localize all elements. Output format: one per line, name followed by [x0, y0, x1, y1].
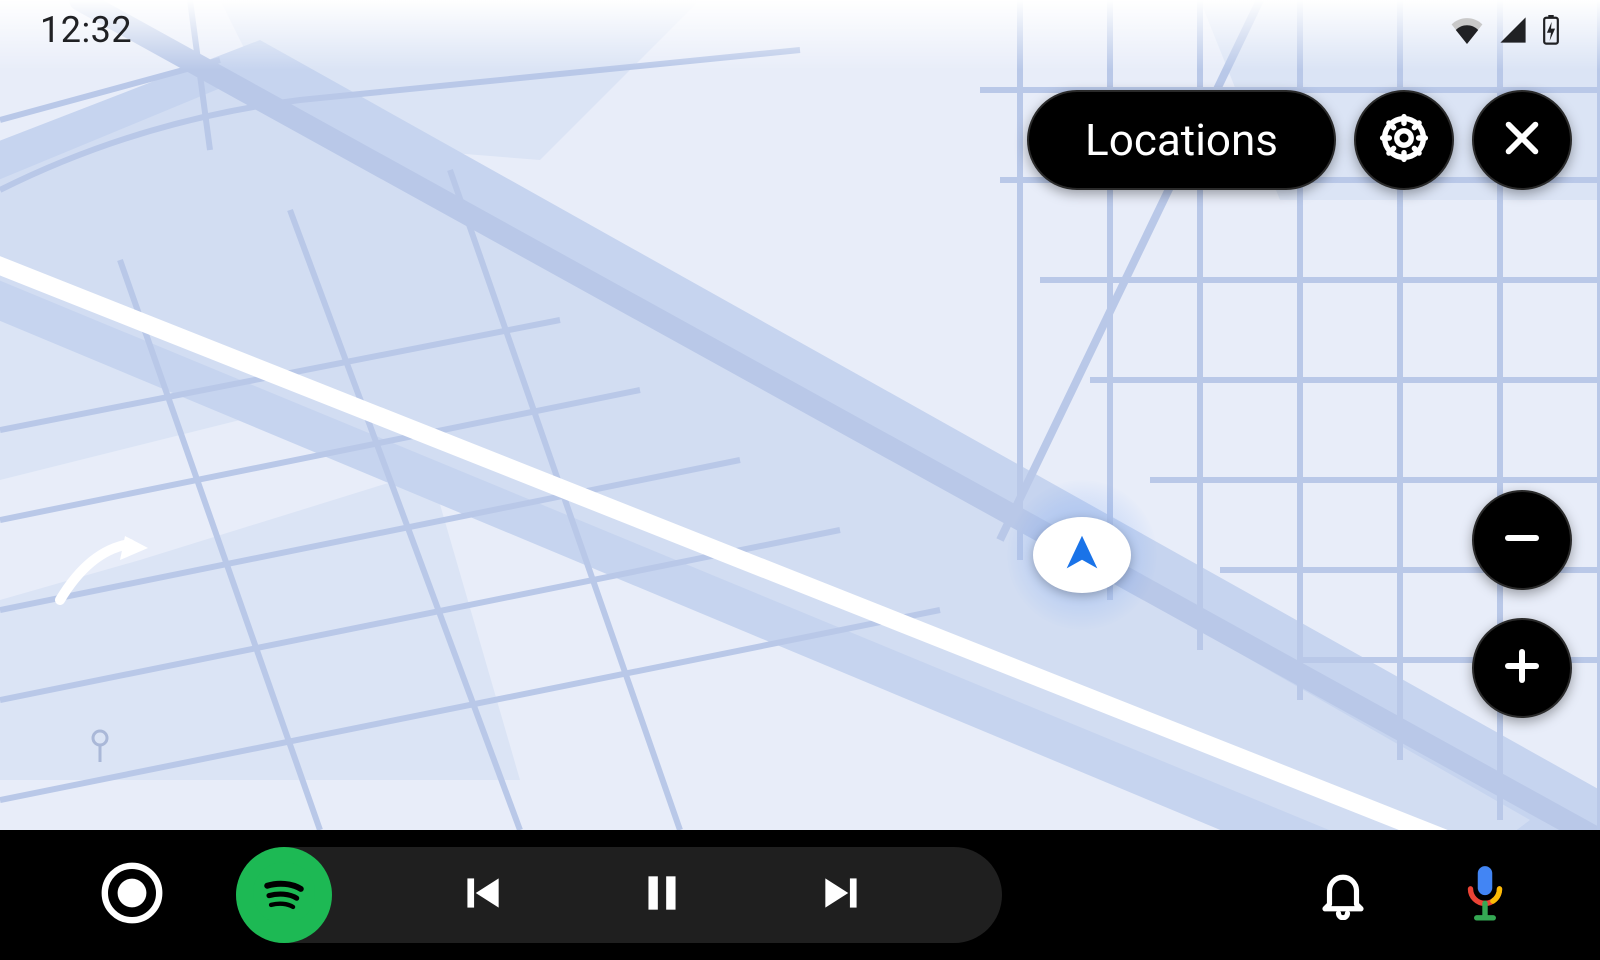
pause-icon	[637, 868, 687, 922]
settings-button[interactable]	[1354, 90, 1454, 190]
navigation-arrow-icon	[1059, 530, 1105, 580]
close-icon	[1499, 115, 1545, 165]
play-pause-button[interactable]	[572, 868, 752, 922]
current-location-marker	[1007, 480, 1157, 630]
bell-icon	[1316, 905, 1370, 924]
clock: 12:32	[40, 9, 132, 51]
voice-assistant-button[interactable]	[1460, 864, 1510, 926]
previous-track-button[interactable]	[392, 868, 572, 922]
minus-icon	[1498, 514, 1546, 566]
close-button[interactable]	[1472, 90, 1572, 190]
media-app-button[interactable]	[236, 847, 332, 943]
cellular-icon	[1498, 16, 1528, 44]
status-bar: 12:32	[0, 0, 1600, 60]
notifications-button[interactable]	[1316, 866, 1370, 924]
battery-charging-icon	[1542, 15, 1560, 45]
zoom-out-button[interactable]	[1472, 490, 1572, 590]
media-control-bar	[236, 847, 1002, 943]
locations-button[interactable]: Locations	[1027, 90, 1336, 190]
system-nav-bar	[0, 830, 1600, 960]
skip-next-icon	[817, 868, 867, 922]
zoom-in-button[interactable]	[1472, 618, 1572, 718]
plus-icon	[1498, 642, 1546, 694]
wifi-icon	[1450, 16, 1484, 44]
spotify-icon	[253, 862, 315, 928]
next-track-button[interactable]	[752, 868, 932, 922]
skip-previous-icon	[457, 868, 507, 922]
zoom-controls	[1472, 490, 1572, 718]
gear-icon	[1377, 111, 1431, 169]
status-icons	[1450, 15, 1560, 45]
top-controls: Locations	[1027, 90, 1572, 190]
locations-label: Locations	[1085, 114, 1278, 166]
assistant-mic-icon	[1460, 907, 1510, 926]
launcher-icon	[100, 910, 164, 929]
app-launcher-button[interactable]	[100, 861, 164, 929]
